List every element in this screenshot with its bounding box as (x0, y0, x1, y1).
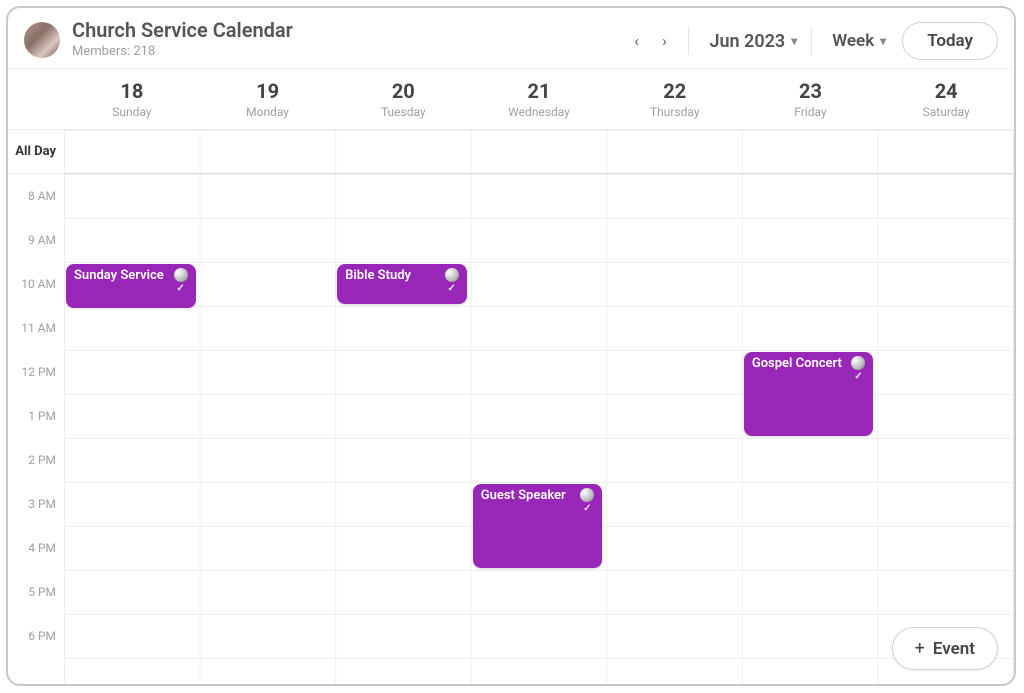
nav-arrows: ‹ › (622, 27, 689, 55)
add-event-button[interactable]: + Event (892, 627, 998, 670)
calendar-event[interactable]: Guest Speaker ✓ (473, 484, 603, 568)
allday-row[interactable] (64, 130, 1013, 174)
view-label: Week (832, 31, 874, 51)
calendar-app-frame: Church Service Calendar Members: 218 ‹ ›… (6, 6, 1016, 686)
day-headers: 18 Sunday 19 Monday 20 Tuesday 21 Wednes… (8, 68, 1014, 130)
header-left: Church Service Calendar Members: 218 (24, 18, 293, 59)
calendar-grid-wrap: All Day 8 AM 9 AM 10 AM 11 AM 12 PM 1 PM… (8, 130, 1014, 686)
hour-label: 11 AM (8, 306, 64, 350)
hour-label: 12 PM (8, 350, 64, 394)
calendar-event[interactable]: Sunday Service ✓ (66, 264, 196, 308)
day-header[interactable]: 23 Friday (743, 69, 879, 130)
members-count: Members: 218 (72, 44, 293, 59)
month-label: Jun 2023 (709, 31, 785, 52)
calendar-grid[interactable]: Sunday Service✓Bible Study✓Gospel Concer… (64, 130, 1014, 686)
calendar-event[interactable]: Gospel Concert ✓ (744, 352, 874, 436)
event-title: Bible Study (345, 268, 411, 283)
time-gutter-head (8, 69, 64, 130)
organizer-avatar-icon (580, 488, 594, 502)
event-icons: ✓ (174, 268, 188, 294)
organizer-avatar-icon (174, 268, 188, 282)
chevron-down-icon: ▾ (880, 34, 886, 48)
hour-label: 6 PM (8, 614, 64, 658)
calendar-event[interactable]: Bible Study ✓ (337, 264, 467, 304)
page-title: Church Service Calendar (72, 18, 293, 42)
check-icon: ✓ (448, 284, 456, 294)
hour-label: 3 PM (8, 482, 64, 526)
day-header[interactable]: 18 Sunday (64, 69, 200, 130)
event-icons: ✓ (580, 488, 594, 514)
check-icon: ✓ (583, 504, 591, 514)
title-block: Church Service Calendar Members: 218 (72, 18, 293, 59)
event-title: Gospel Concert (752, 356, 842, 371)
organizer-avatar-icon (851, 356, 865, 370)
hour-label: 8 AM (8, 174, 64, 218)
prev-week-button[interactable]: ‹ (622, 27, 650, 55)
view-picker[interactable]: Week ▾ (826, 27, 892, 55)
day-header[interactable]: 24 Saturday (878, 69, 1014, 130)
today-button[interactable]: Today (902, 22, 998, 60)
hour-label: 2 PM (8, 438, 64, 482)
next-week-button[interactable]: › (650, 27, 678, 55)
plus-icon: + (915, 638, 925, 659)
time-column: All Day 8 AM 9 AM 10 AM 11 AM 12 PM 1 PM… (8, 130, 64, 686)
hour-label: 5 PM (8, 570, 64, 614)
chevron-right-icon: › (662, 32, 667, 50)
event-icons: ✓ (445, 268, 459, 294)
allday-label: All Day (8, 130, 64, 174)
check-icon: ✓ (854, 372, 862, 382)
event-title: Guest Speaker (481, 488, 566, 503)
chevron-down-icon: ▾ (791, 34, 797, 48)
month-picker[interactable]: Jun 2023 ▾ (703, 27, 812, 56)
chevron-left-icon: ‹ (634, 32, 639, 50)
day-header[interactable]: 22 Thursday (607, 69, 743, 130)
hour-label: 4 PM (8, 526, 64, 570)
hour-label: 9 AM (8, 218, 64, 262)
hour-label: 1 PM (8, 394, 64, 438)
header-right: ‹ › Jun 2023 ▾ Week ▾ Today (622, 22, 998, 60)
organizer-avatar-icon (445, 268, 459, 282)
hour-label: 10 AM (8, 262, 64, 306)
day-header[interactable]: 21 Wednesday (471, 69, 607, 130)
check-icon: ✓ (176, 284, 184, 294)
header-bar: Church Service Calendar Members: 218 ‹ ›… (8, 8, 1014, 68)
day-header[interactable]: 19 Monday (200, 69, 336, 130)
add-event-label: Event (933, 639, 975, 659)
day-header[interactable]: 20 Tuesday (335, 69, 471, 130)
event-title: Sunday Service (74, 268, 164, 283)
group-avatar[interactable] (24, 22, 60, 58)
event-icons: ✓ (851, 356, 865, 382)
